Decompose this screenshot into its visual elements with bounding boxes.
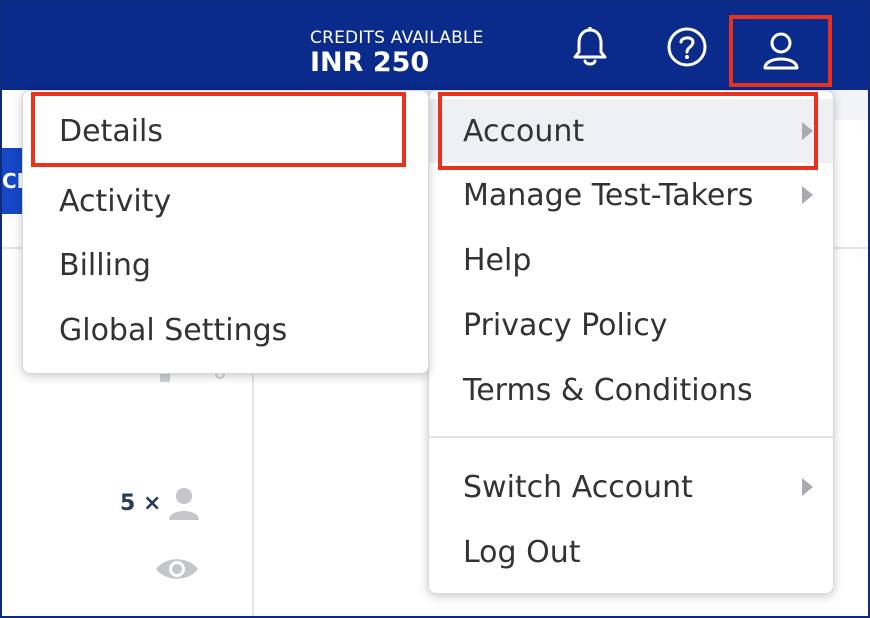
credits-value: INR 250 bbox=[310, 47, 430, 78]
top-bar: CREDITS AVAILABLE INR 250 bbox=[2, 2, 868, 90]
person-icon bbox=[169, 488, 200, 520]
help-icon bbox=[667, 27, 707, 67]
submenu-item-label: Global Settings bbox=[59, 312, 288, 348]
menu-item-label: Terms & Conditions bbox=[463, 372, 753, 408]
menu-item-label: Privacy Policy bbox=[463, 307, 668, 343]
highlight-details bbox=[31, 92, 406, 167]
bell-icon bbox=[573, 27, 607, 66]
menu-item-log-out[interactable]: Log Out bbox=[429, 520, 833, 584]
menu-item-manage-test-takers[interactable]: Manage Test-Takers bbox=[429, 163, 833, 227]
submenu-item-label: Activity bbox=[59, 183, 172, 219]
test-taker-count-value: 5 × bbox=[120, 490, 162, 516]
submenu-item-global-settings[interactable]: Global Settings bbox=[23, 298, 428, 362]
menu-item-help[interactable]: Help bbox=[429, 228, 833, 292]
test-taker-count: 5 × bbox=[120, 486, 201, 520]
user-icon bbox=[763, 32, 798, 70]
menu-item-privacy-policy[interactable]: Privacy Policy bbox=[429, 293, 833, 357]
menu-item-label: Manage Test-Takers bbox=[463, 177, 754, 213]
menu-divider bbox=[429, 436, 833, 438]
notifications-button[interactable] bbox=[567, 24, 613, 70]
submenu-item-billing[interactable]: Billing bbox=[23, 233, 428, 297]
menu-item-label: Log Out bbox=[463, 534, 581, 570]
menu-item-terms-conditions[interactable]: Terms & Conditions bbox=[429, 358, 833, 422]
menu-item-switch-account[interactable]: Switch Account bbox=[429, 455, 833, 519]
app-window: CF 5 × CREDITS AVAILABLE INR 250 bbox=[0, 0, 870, 618]
menu-item-label: Switch Account bbox=[463, 469, 693, 505]
highlight-account bbox=[438, 92, 818, 170]
eye-icon[interactable] bbox=[154, 554, 200, 588]
background-tab[interactable]: CF bbox=[2, 148, 24, 214]
chevron-right-icon bbox=[802, 478, 813, 496]
background-tab-label: CF bbox=[2, 169, 24, 193]
help-button[interactable] bbox=[664, 24, 710, 70]
submenu-item-activity[interactable]: Activity bbox=[23, 169, 428, 233]
chevron-right-icon bbox=[802, 186, 813, 204]
user-menu-button[interactable] bbox=[729, 15, 832, 87]
credits-display: CREDITS AVAILABLE INR 250 bbox=[310, 28, 484, 78]
menu-item-label: Help bbox=[463, 242, 532, 278]
credits-label: CREDITS AVAILABLE bbox=[310, 28, 484, 48]
submenu-item-label: Billing bbox=[59, 247, 151, 283]
